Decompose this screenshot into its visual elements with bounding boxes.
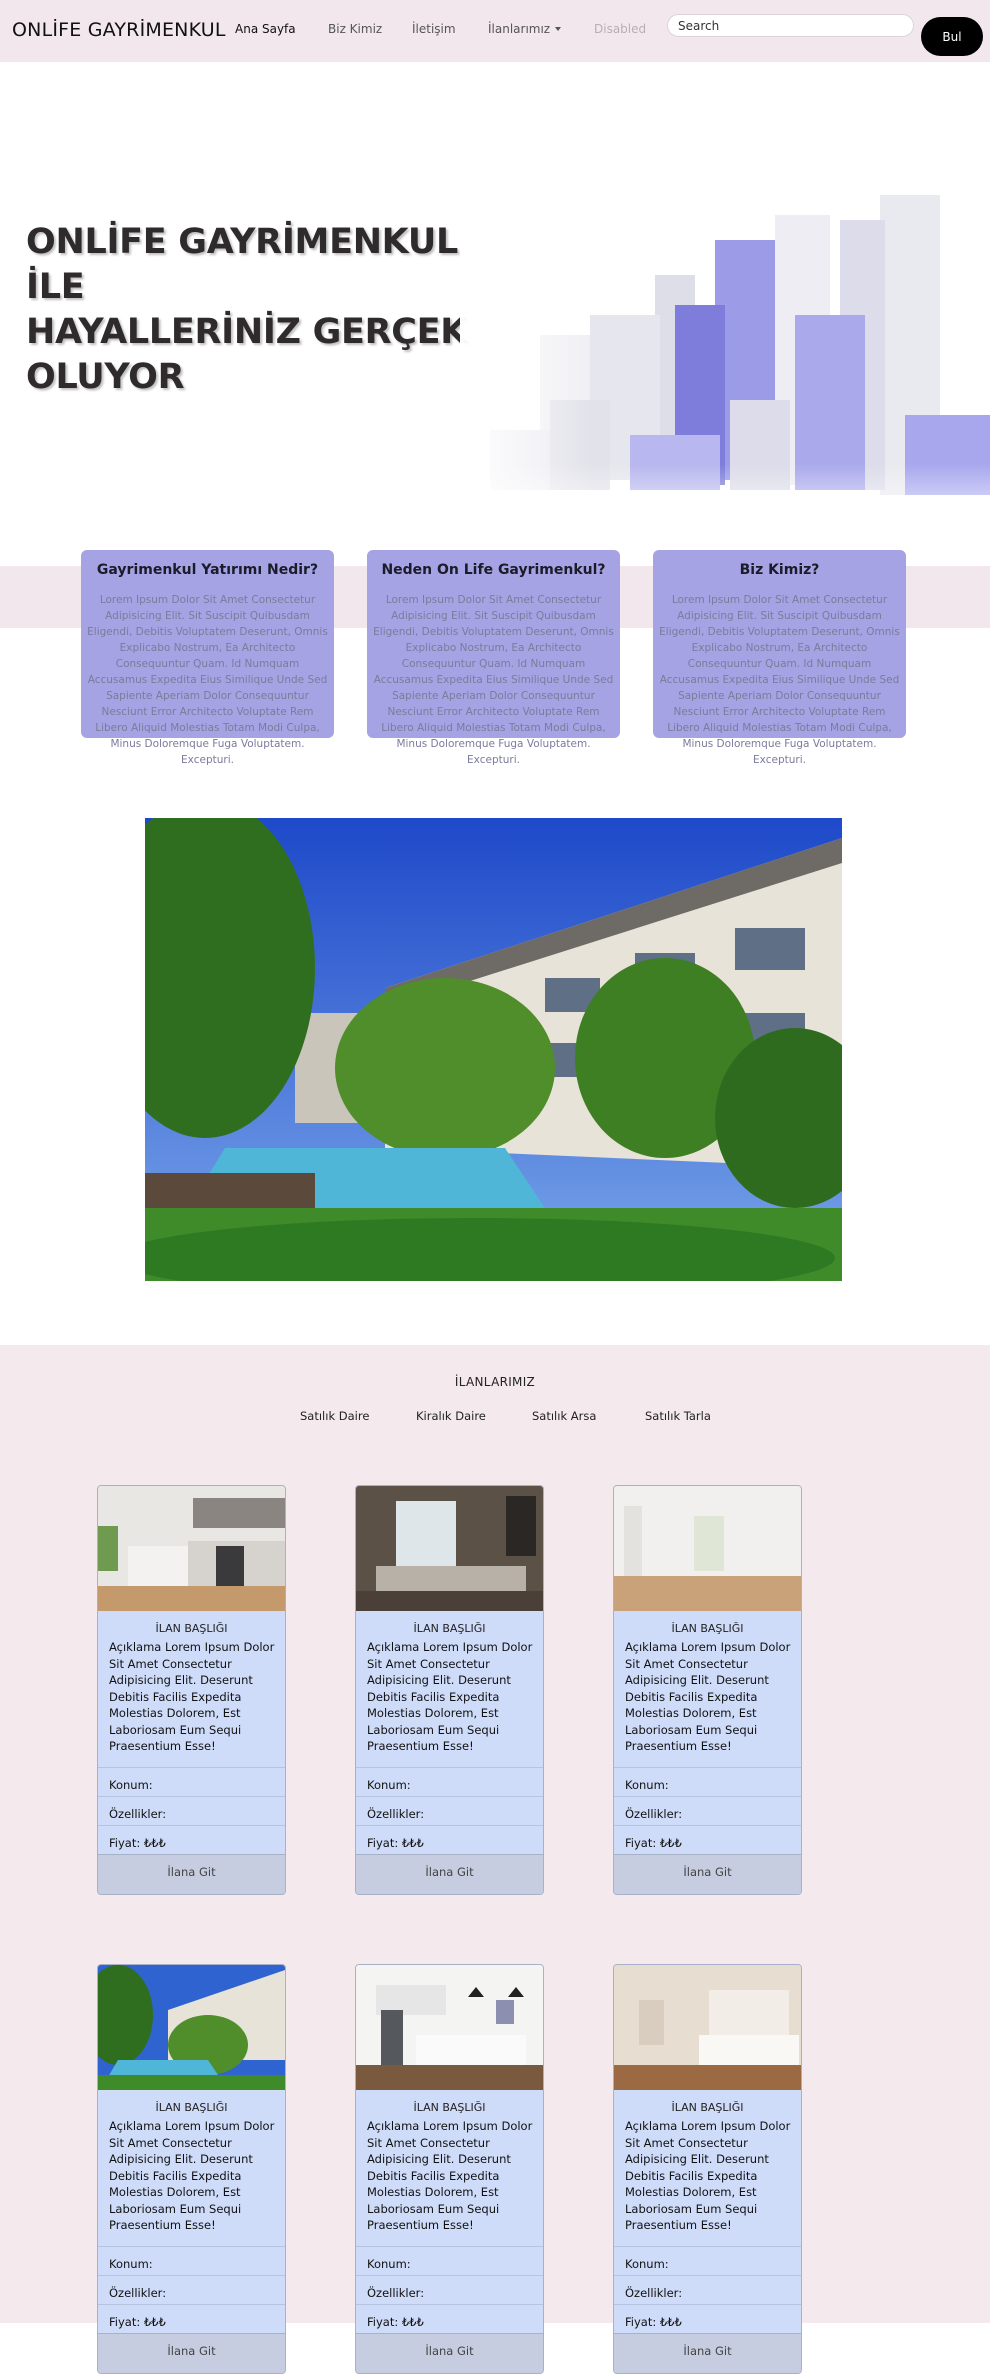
chevron-down-icon [555,27,562,31]
listing-heading: İLAN BAŞLIĞI [671,2101,744,2114]
listing-heading: İLAN BAŞLIĞI [413,2101,486,2114]
listing-location: Konum: [98,2246,285,2275]
listing-price: Fiyat: ₺₺₺ [614,2304,801,2333]
listing-heading: İLAN BAŞLIĞI [155,2101,228,2114]
listing-features: Özellikler: [98,1796,285,1825]
listing-card: İLAN BAŞLIĞI Açıklama Lorem Ipsum Dolor … [97,1964,286,2374]
listing-card: İLAN BAŞLIĞI Açıklama Lorem Ipsum Dolor … [355,1485,544,1895]
nav-link-about[interactable]: Biz Kimiz [328,22,382,36]
info-card-title: Neden On Life Gayrimenkul? [381,562,606,578]
listings-section: İLANLARIMIZ Satılık Daire Kiralık Daire … [0,1345,990,2374]
listing-location: Konum: [614,2246,801,2275]
listing-price: Fiyat: ₺₺₺ [98,1825,285,1854]
listings-title: İLANLARIMIZ [454,1375,536,1389]
brand-logo[interactable]: ONLİFE GAYRİMENKUL [12,19,226,41]
info-card-text: Lorem Ipsum Dolor Sit Amet Consectetur A… [373,594,614,766]
listing-features: Özellikler: [98,2275,285,2304]
listing-price: Fiyat: ₺₺₺ [356,1825,543,1854]
listing-price: Fiyat: ₺₺₺ [614,1825,801,1854]
go-to-listing-button[interactable]: İlana Git [614,2333,801,2373]
listing-heading: İLAN BAŞLIĞI [671,1622,744,1635]
nav-link-home[interactable]: Ana Sayfa [235,22,296,36]
navbar: ONLİFE GAYRİMENKUL Ana Sayfa Biz Kimiz İ… [0,0,990,62]
pool-building-photo [98,1965,285,2090]
listing-price: Fiyat: ₺₺₺ [98,2304,285,2333]
empty-room-photo [614,1486,801,1611]
city-skyline-illustration [460,160,990,540]
hero-line: İLE [26,267,85,307]
info-card: Biz Kimiz? Lorem Ipsum Dolor Sit Amet Co… [653,550,906,766]
go-to-listing-button[interactable]: İlana Git [356,1854,543,1894]
listing-features: Özellikler: [614,2275,801,2304]
hero-title: ONLİFE GAYRİMENKUL İLE HAYALLERİNİZ GERÇ… [26,220,486,400]
hero-line: OLUYOR [26,357,185,397]
listing-features: Özellikler: [614,1796,801,1825]
category-link-sale-apartment[interactable]: Satılık Daire [300,1409,369,1423]
listing-card: İLAN BAŞLIĞI Açıklama Lorem Ipsum Dolor … [613,1485,802,1895]
listing-description: Açıklama Lorem Ipsum Dolor Sit Amet Cons… [367,2119,533,2232]
living-room-photo [356,1486,543,1611]
listing-description: Açıklama Lorem Ipsum Dolor Sit Amet Cons… [625,2119,791,2232]
category-link-sale-land[interactable]: Satılık Arsa [532,1409,596,1423]
nav-link-contact[interactable]: İletişim [412,22,456,36]
info-card: Neden On Life Gayrimenkul? Lorem Ipsum D… [367,550,620,766]
listing-location: Konum: [614,1767,801,1796]
building-pool-photo [145,818,842,1281]
category-link-rent-apartment[interactable]: Kiralık Daire [416,1409,486,1423]
nav-dropdown-label: İlanlarımız [488,22,551,36]
listing-card: İLAN BAŞLIĞI Açıklama Lorem Ipsum Dolor … [355,1964,544,2374]
listing-features: Özellikler: [356,2275,543,2304]
listing-heading: İLAN BAŞLIĞI [155,1622,228,1635]
listing-heading: İLAN BAŞLIĞI [413,1622,486,1635]
info-card-title: Biz Kimiz? [739,562,820,578]
listing-description: Açıklama Lorem Ipsum Dolor Sit Amet Cons… [109,2119,275,2232]
listing-card: İLAN BAŞLIĞI Açıklama Lorem Ipsum Dolor … [613,1964,802,2374]
search-input[interactable] [667,14,914,37]
hero-line: HAYALLERİNİZ GERÇEK [26,312,468,352]
info-card-text: Lorem Ipsum Dolor Sit Amet Consectetur A… [659,594,900,766]
listing-features: Özellikler: [356,1796,543,1825]
search-button[interactable]: Bul [921,17,983,56]
listing-description: Açıklama Lorem Ipsum Dolor Sit Amet Cons… [367,1640,533,1753]
modern-kitchen-photo [356,1965,543,2090]
listing-location: Konum: [356,1767,543,1796]
listing-location: Konum: [98,1767,285,1796]
nav-dropdown-listings[interactable]: İlanlarımız [488,22,562,36]
listing-card: İLAN BAŞLIĞI Açıklama Lorem Ipsum Dolor … [97,1485,286,1895]
info-card-text: Lorem Ipsum Dolor Sit Amet Consectetur A… [87,594,328,766]
kitchen-photo [98,1486,285,1611]
listing-description: Açıklama Lorem Ipsum Dolor Sit Amet Cons… [625,1640,791,1753]
info-card-title: Gayrimenkul Yatırımı Nedir? [96,562,319,578]
listing-location: Konum: [356,2246,543,2275]
category-link-sale-field[interactable]: Satılık Tarla [645,1409,711,1423]
go-to-listing-button[interactable]: İlana Git [614,1854,801,1894]
listing-description: Açıklama Lorem Ipsum Dolor Sit Amet Cons… [109,1640,275,1753]
bedroom-photo [614,1965,801,2090]
go-to-listing-button[interactable]: İlana Git [356,2333,543,2373]
go-to-listing-button[interactable]: İlana Git [98,2333,285,2373]
listing-price: Fiyat: ₺₺₺ [356,2304,543,2333]
go-to-listing-button[interactable]: İlana Git [98,1854,285,1894]
nav-link-disabled: Disabled [594,22,647,36]
hero-line: ONLİFE GAYRİMENKUL [26,222,459,262]
info-card: Gayrimenkul Yatırımı Nedir? Lorem Ipsum … [81,550,334,766]
